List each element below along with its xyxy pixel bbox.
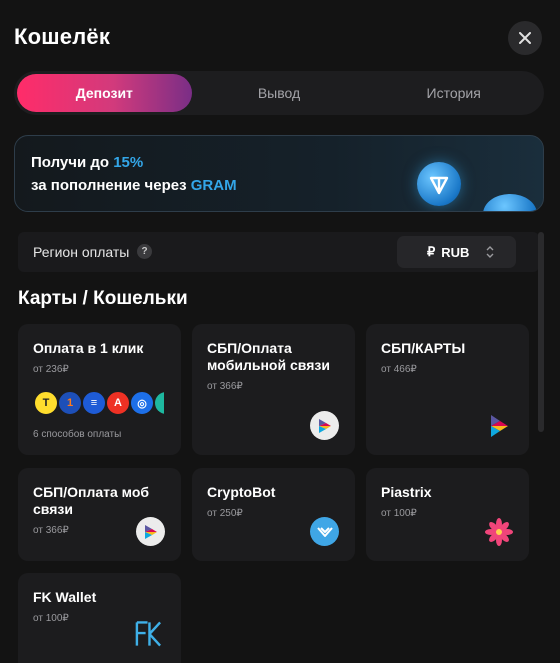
close-icon: [519, 32, 531, 44]
payment-methods-icons: Т 1 ≡ А ◎: [33, 390, 173, 418]
sbp-icon: [310, 411, 339, 440]
sbp-icon: [136, 517, 165, 546]
card-title: СБП/КАРТЫ: [381, 340, 466, 356]
sbp-icon: [484, 411, 513, 440]
payment-card-piastrix[interactable]: Piastrix от 100₽: [366, 468, 529, 561]
currency-select[interactable]: ₽ RUB: [397, 236, 516, 268]
fk-wallet-icon: [134, 619, 163, 648]
section-title: Карты / Кошельки: [18, 288, 188, 309]
promo-banner[interactable]: Получи до 15% за пополнение через GRAM: [14, 135, 544, 212]
bank-icon: [153, 390, 166, 416]
help-icon[interactable]: ?: [137, 244, 152, 259]
promo-line-2: за пополнение через GRAM: [31, 177, 237, 194]
chevron-updown-icon: [486, 246, 494, 258]
ruble-icon: ₽: [427, 244, 436, 259]
cryptobot-icon: [310, 517, 339, 546]
payment-card-sbp-mobile-short[interactable]: СБП/Оплата моб связи от 366₽: [18, 468, 181, 561]
payment-region-bar: Регион оплаты ? ₽ RUB: [18, 232, 539, 272]
piastrix-icon: [484, 517, 513, 546]
card-title: CryptoBot: [207, 484, 276, 500]
region-label: Регион оплаты: [33, 244, 130, 260]
tab-history[interactable]: История: [366, 74, 541, 112]
card-min-amount: от 100₽: [33, 613, 69, 624]
tab-withdraw[interactable]: Вывод: [192, 74, 367, 112]
card-title: СБП/Оплата моб связи: [33, 484, 150, 517]
tab-bar: Депозит Вывод История: [14, 71, 544, 115]
card-title: Piastrix: [381, 484, 432, 500]
payment-card-sbp-cards[interactable]: СБП/КАРТЫ от 466₽: [366, 324, 529, 455]
card-min-amount: от 100₽: [381, 508, 417, 519]
card-title: СБП/Оплата мобильной связи: [207, 340, 330, 373]
promo-text: за пополнение через: [31, 177, 191, 194]
card-min-amount: от 366₽: [207, 381, 243, 392]
close-button[interactable]: [508, 21, 542, 55]
card-min-amount: от 236₽: [33, 364, 69, 375]
payment-card-fk-wallet[interactable]: FK Wallet от 100₽: [18, 573, 181, 663]
currency-value: RUB: [441, 244, 470, 260]
payment-card-sbp-mobile[interactable]: СБП/Оплата мобильной связи от 366₽: [192, 324, 355, 455]
scrollbar[interactable]: [538, 232, 544, 432]
card-min-amount: от 466₽: [381, 364, 417, 375]
card-title: Оплата в 1 клик: [33, 340, 144, 356]
ton-coin-icon: [417, 162, 461, 206]
card-methods-count: 6 способов оплаты: [33, 429, 122, 440]
promo-gram: GRAM: [190, 177, 237, 194]
card-title: FK Wallet: [33, 589, 97, 605]
card-min-amount: от 366₽: [33, 525, 69, 536]
bank-icon: ◎: [129, 390, 155, 416]
promo-percent: 15%: [113, 154, 144, 171]
promo-line-1: Получи до 15%: [31, 154, 143, 171]
ton-coin-icon: [483, 194, 537, 211]
page-title: Кошелёк: [14, 24, 111, 49]
alfa-bank-icon: А: [105, 390, 131, 416]
promo-text: Получи до: [31, 154, 114, 171]
bank-icon: ≡: [81, 390, 107, 416]
tab-deposit[interactable]: Депозит: [17, 74, 192, 112]
tinkoff-icon: Т: [33, 390, 59, 416]
bank-icon: 1: [57, 390, 83, 416]
payment-card-cryptobot[interactable]: CryptoBot от 250₽: [192, 468, 355, 561]
card-min-amount: от 250₽: [207, 508, 243, 519]
